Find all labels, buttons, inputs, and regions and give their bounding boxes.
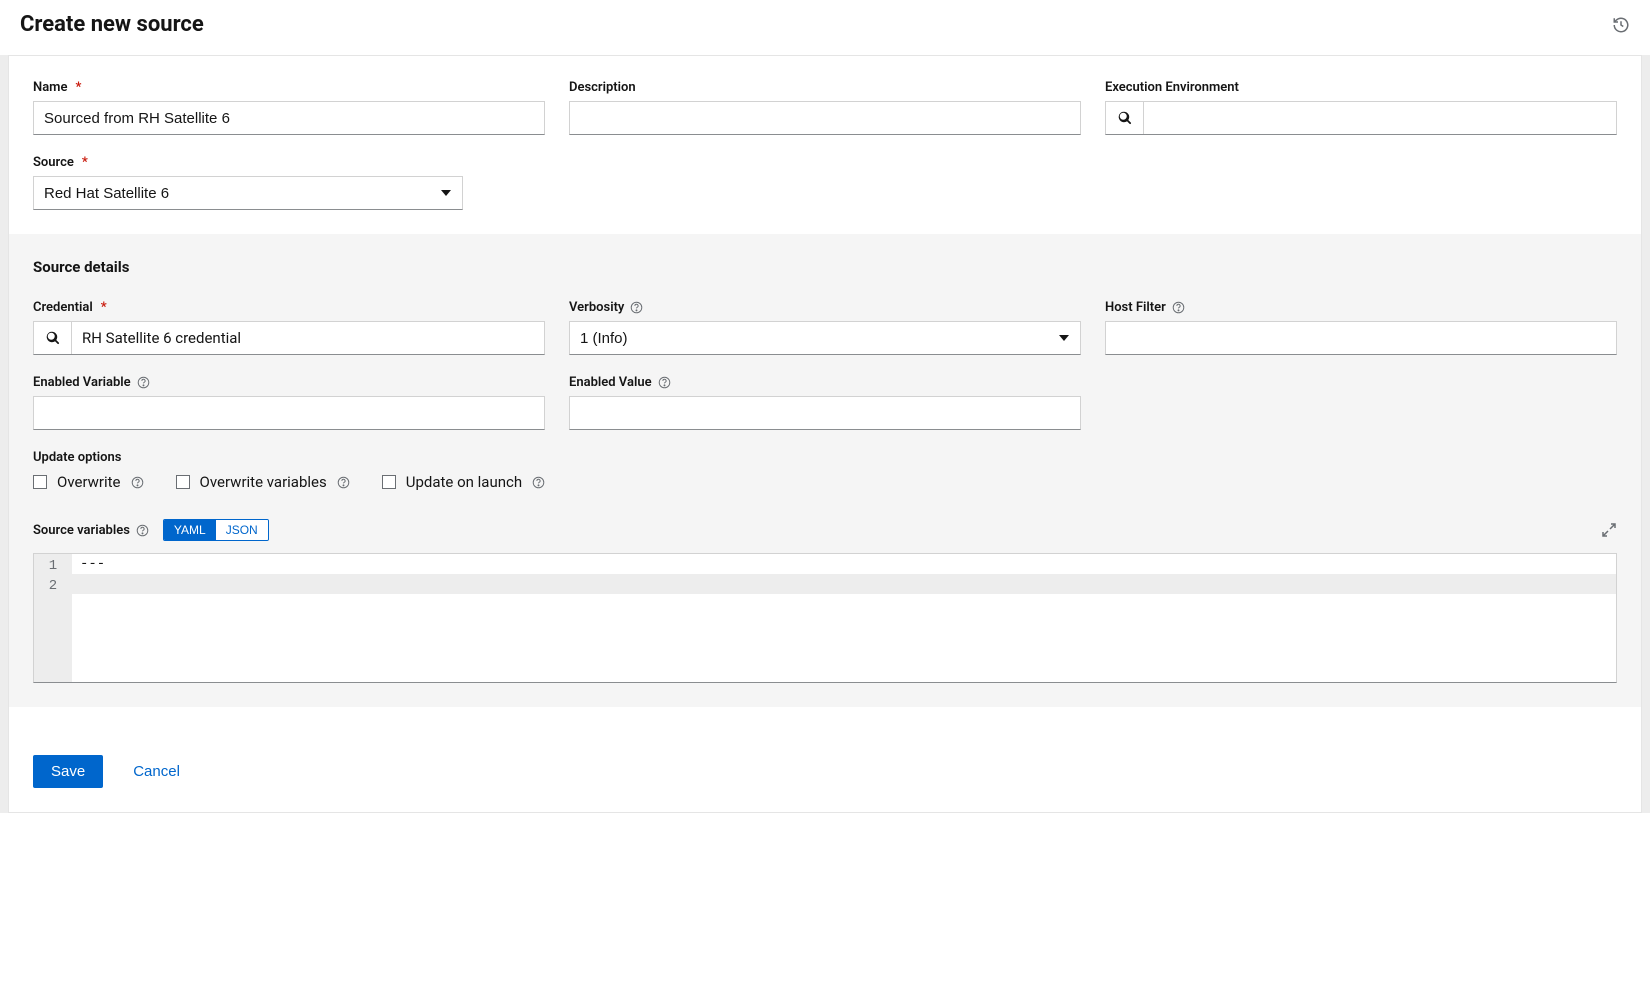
update-on-launch-checkbox-item[interactable]: Update on launch [382, 473, 545, 491]
expand-icon[interactable] [1601, 522, 1617, 538]
checkbox[interactable] [176, 475, 190, 489]
description-label: Description [569, 80, 1081, 95]
exec-env-search-button[interactable] [1106, 102, 1144, 134]
description-input[interactable] [569, 101, 1081, 135]
update-on-launch-label: Update on launch [406, 473, 522, 491]
help-icon[interactable] [1172, 301, 1185, 314]
credential-search-button[interactable] [34, 322, 72, 354]
source-select[interactable]: Red Hat Satellite 6 [33, 176, 463, 210]
enabled-value-input[interactable] [569, 396, 1081, 430]
form-container: Name* Description Execution Environment [0, 55, 1650, 813]
save-button[interactable]: Save [33, 755, 103, 788]
editor-content[interactable]: --- [72, 554, 1616, 682]
search-icon [1118, 111, 1132, 125]
help-icon[interactable] [131, 476, 144, 489]
overwrite-variables-label: Overwrite variables [200, 473, 327, 491]
overwrite-checkbox-item[interactable]: Overwrite [33, 473, 144, 491]
format-toggle: YAML JSON [163, 519, 269, 541]
exec-env-input[interactable] [1144, 102, 1616, 134]
json-toggle[interactable]: JSON [216, 520, 268, 540]
source-variables-label: Source variables [33, 523, 149, 538]
help-icon[interactable] [532, 476, 545, 489]
overwrite-variables-checkbox-item[interactable]: Overwrite variables [176, 473, 350, 491]
help-icon[interactable] [658, 376, 671, 389]
help-icon[interactable] [630, 301, 643, 314]
verbosity-select[interactable]: 1 (Info) [569, 321, 1081, 355]
enabled-value-label: Enabled Value [569, 375, 1081, 390]
host-filter-label: Host Filter [1105, 300, 1617, 315]
help-icon[interactable] [337, 476, 350, 489]
credential-value: RH Satellite 6 credential [72, 322, 544, 354]
search-icon [46, 331, 60, 345]
source-label: Source* [33, 155, 463, 170]
enabled-variable-input[interactable] [33, 396, 545, 430]
checkbox[interactable] [382, 475, 396, 489]
overwrite-label: Overwrite [57, 473, 121, 491]
host-filter-input[interactable] [1105, 321, 1617, 355]
update-options-label: Update options [33, 450, 1617, 465]
name-input[interactable] [33, 101, 545, 135]
page-title: Create new source [20, 12, 204, 37]
exec-env-label: Execution Environment [1105, 80, 1617, 95]
enabled-variable-label: Enabled Variable [33, 375, 545, 390]
help-icon[interactable] [137, 376, 150, 389]
history-icon[interactable] [1612, 16, 1630, 34]
verbosity-label: Verbosity [569, 300, 1081, 315]
yaml-toggle[interactable]: YAML [164, 520, 216, 540]
source-details-title: Source details [33, 258, 1617, 276]
editor-gutter: 1 2 [34, 554, 72, 682]
source-variables-editor[interactable]: 1 2 --- [33, 553, 1617, 683]
credential-label: Credential* [33, 300, 545, 315]
help-icon[interactable] [136, 524, 149, 537]
checkbox[interactable] [33, 475, 47, 489]
name-label: Name* [33, 80, 545, 95]
cancel-button[interactable]: Cancel [119, 755, 194, 788]
